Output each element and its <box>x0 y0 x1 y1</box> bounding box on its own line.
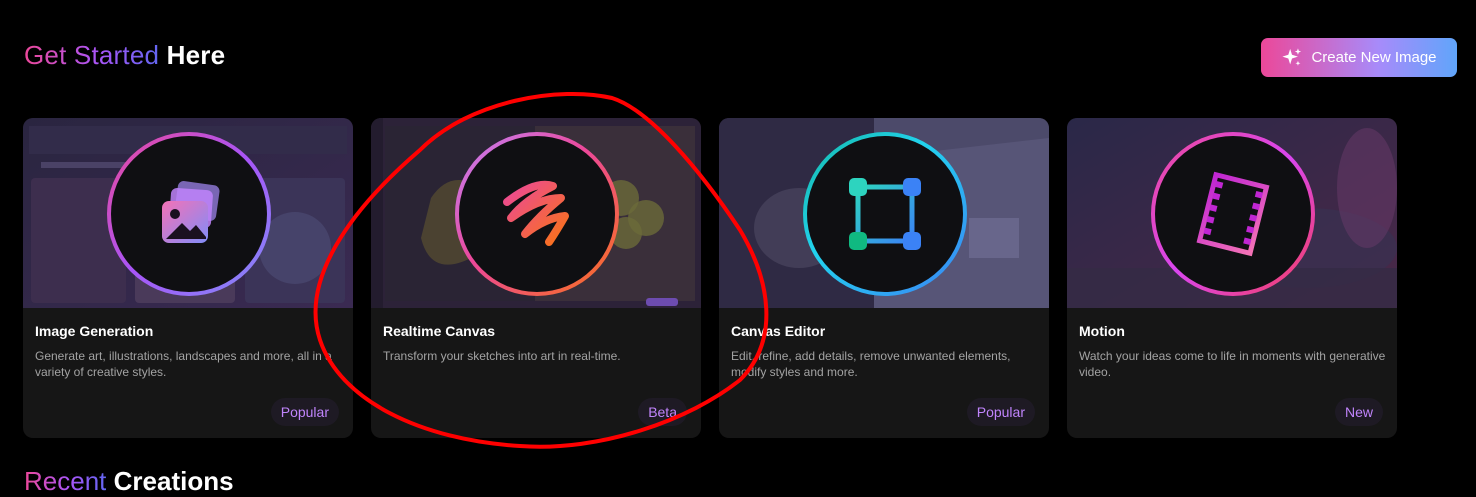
card-thumbnail <box>1067 118 1397 308</box>
card-description: Transform your sketches into art in real… <box>383 349 621 363</box>
page-title-highlight: Get Started <box>24 40 160 70</box>
card-title: Image Generation <box>35 323 154 339</box>
card-badge: Beta <box>638 398 687 426</box>
ring-icon-frame <box>803 132 967 296</box>
ring-icon-frame <box>107 132 271 296</box>
card-title: Motion <box>1079 323 1125 339</box>
card-badge: Popular <box>270 398 339 426</box>
section-title-recent-creations: Recent Creations <box>24 466 234 497</box>
section-title-highlight: Recent <box>24 466 107 496</box>
card-description: Watch your ideas come to life in moments… <box>1079 349 1386 379</box>
bounding-box-icon <box>849 178 921 250</box>
scribble-icon <box>503 180 569 246</box>
card-title: Canvas Editor <box>731 323 826 339</box>
card-image-generation[interactable]: Image Generation Generate art, illustrat… <box>23 118 353 438</box>
card-description: Edit, refine, add details, remove unwant… <box>731 349 1011 379</box>
card-thumbnail <box>371 118 701 308</box>
image-stack-icon <box>162 181 220 243</box>
page-title-rest: Here <box>166 40 226 70</box>
section-title-rest: Creations <box>113 466 234 496</box>
card-thumbnail <box>23 118 353 308</box>
card-realtime-canvas[interactable]: Realtime Canvas Transform your sketches … <box>371 118 701 438</box>
card-badge: New <box>1334 398 1383 426</box>
card-motion[interactable]: Motion Watch your ideas come to life in … <box>1067 118 1397 438</box>
card-badge: Popular <box>966 398 1035 426</box>
film-strip-icon <box>1196 171 1270 257</box>
ring-icon-frame <box>455 132 619 296</box>
page-title: Get Started Here <box>24 40 225 71</box>
card-description: Generate art, illustrations, landscapes … <box>35 349 332 379</box>
card-title: Realtime Canvas <box>383 323 496 339</box>
create-new-image-label: Create New Image <box>1311 49 1437 66</box>
ring-icon-frame <box>1151 132 1315 296</box>
card-canvas-editor[interactable]: Canvas Editor Edit, refine, add details,… <box>719 118 1049 438</box>
sparkles-icon <box>1282 47 1302 66</box>
create-new-image-button[interactable]: Create New Image <box>1261 38 1457 77</box>
card-thumbnail <box>719 118 1049 308</box>
